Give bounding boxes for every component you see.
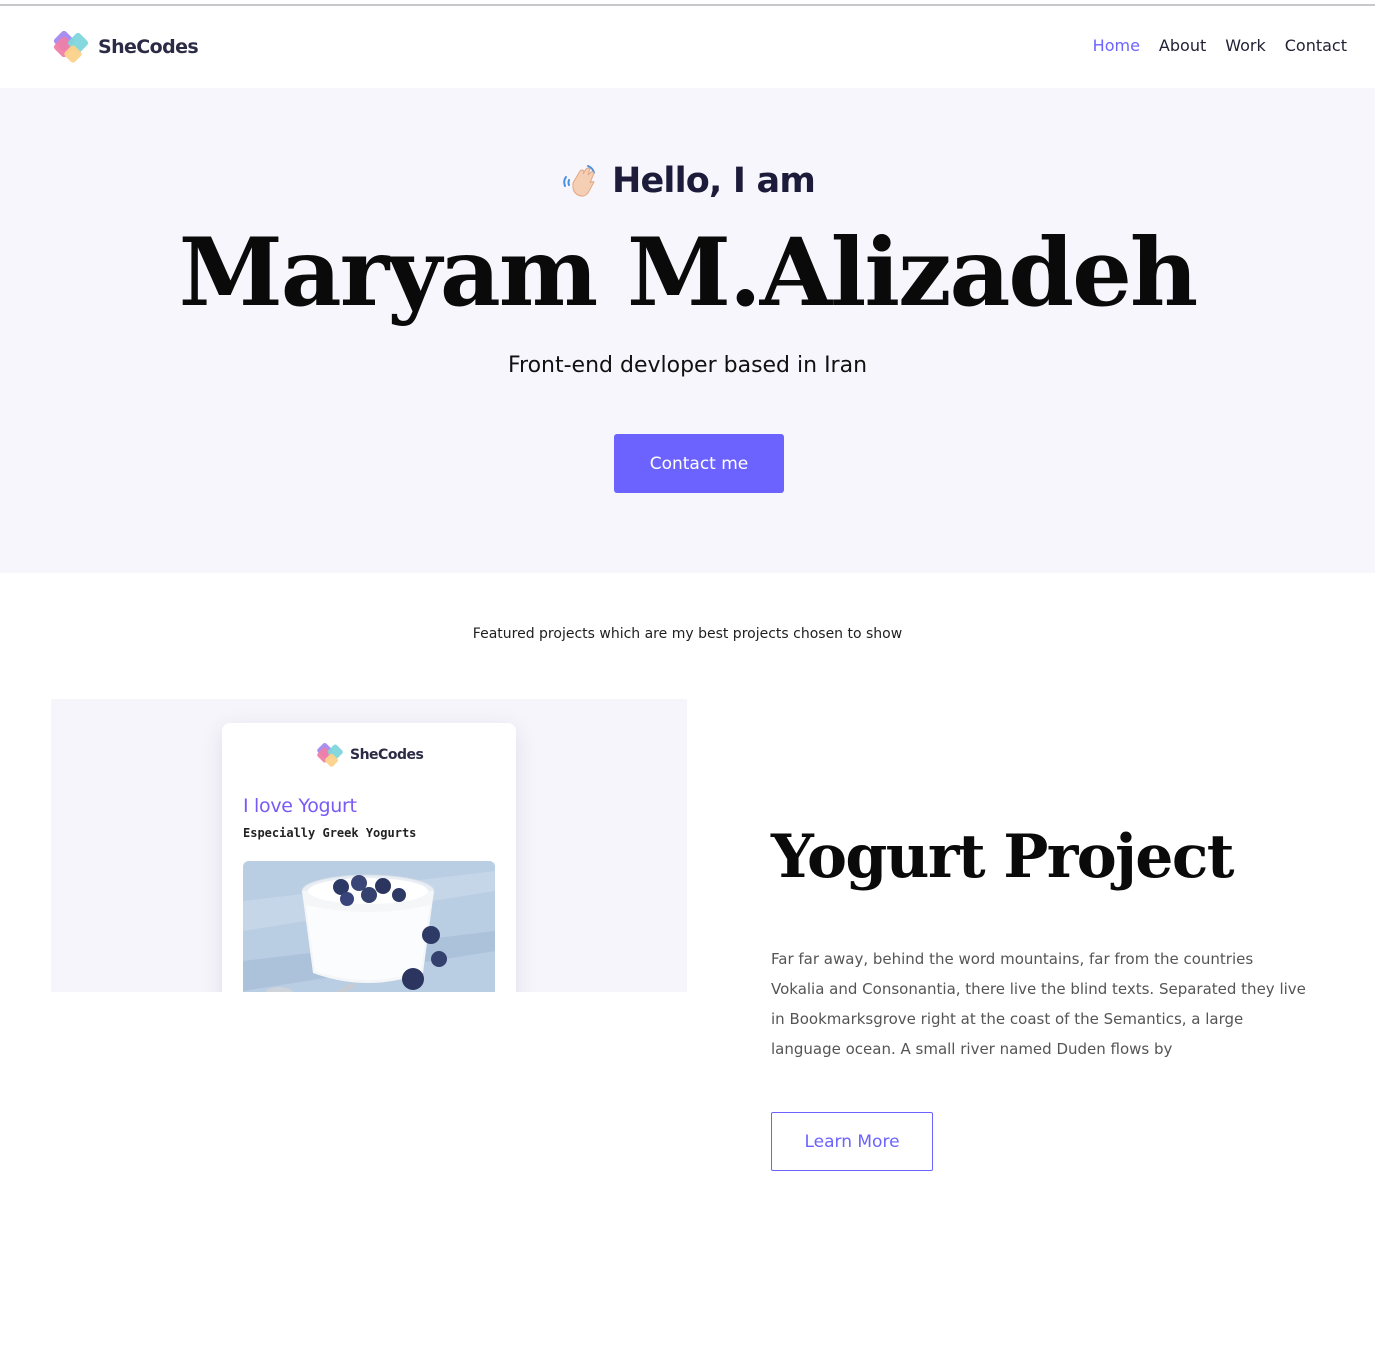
shecodes-logo-icon	[317, 742, 343, 767]
greeting-row: Hello, I am	[0, 161, 1375, 201]
nav-item-about[interactable]: About	[1159, 36, 1206, 55]
shecodes-logo-icon	[53, 30, 89, 63]
featured-projects-intro: Featured projects which are my best proj…	[472, 626, 903, 642]
site-header: SheCodes Home About Work Contact	[0, 6, 1375, 88]
yogurt-photo	[243, 861, 495, 992]
nav-item-contact[interactable]: Contact	[1285, 36, 1347, 55]
nav-item-work[interactable]: Work	[1225, 36, 1266, 55]
hero-name: Maryam M.Alizadeh	[178, 218, 1199, 328]
project-preview-image[interactable]: SheCodes I love Yogurt Especially Greek …	[51, 699, 687, 992]
preview-subtitle: Especially Greek Yogurts	[243, 826, 417, 840]
project-description: Far far away, behind the word mountains,…	[771, 950, 1306, 1058]
greeting-text: Hello, I am	[611, 161, 816, 201]
brand-name: SheCodes	[98, 36, 199, 58]
hero-section: Hello, I am Maryam M.Alizadeh Front-end …	[0, 88, 1375, 573]
learn-more-button[interactable]: Learn More	[771, 1112, 933, 1171]
project-title: Yogurt Project	[771, 822, 1235, 892]
preview-brand-name: SheCodes	[350, 747, 424, 763]
preview-card: SheCodes I love Yogurt Especially Greek …	[222, 723, 516, 992]
yogurt-with-blueberries-image	[243, 861, 495, 992]
brand-logo[interactable]: SheCodes	[53, 27, 199, 67]
preview-title: I love Yogurt	[243, 795, 357, 817]
nav-item-home[interactable]: Home	[1093, 36, 1140, 55]
contact-me-button[interactable]: Contact me	[614, 434, 784, 493]
preview-brand-logo: SheCodes	[316, 740, 424, 770]
main-nav: Home About Work Contact	[1093, 36, 1347, 55]
waving-hand-icon	[563, 165, 595, 197]
hero-subtitle: Front-end devloper based in Iran	[507, 353, 868, 378]
